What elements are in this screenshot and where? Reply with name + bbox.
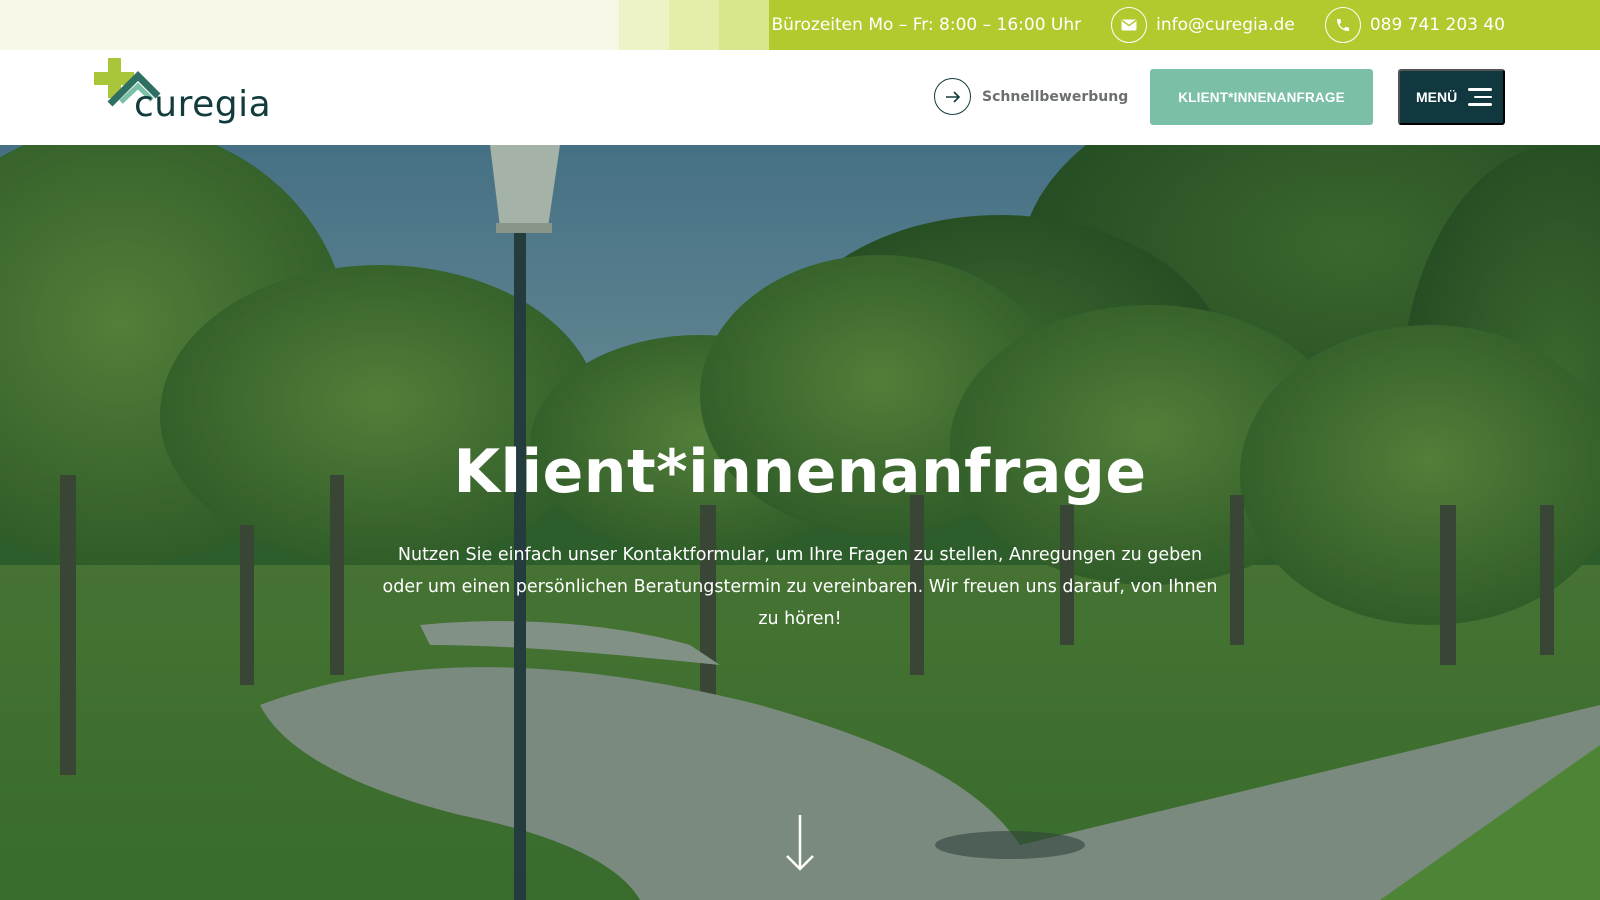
arrow-right-icon (934, 78, 971, 115)
hero-section: Klient*innenanfrage Nutzen Sie einfach u… (0, 145, 1600, 900)
phone-icon (1324, 7, 1361, 43)
email-link[interactable]: info@curegia.de (1111, 7, 1295, 43)
top-info-bar: Bürozeiten Mo – Fr: 8:00 – 16:00 Uhr inf… (0, 0, 1600, 50)
phone-link[interactable]: 089 741 203 40 (1324, 7, 1505, 43)
scroll-down-arrow-icon[interactable] (784, 813, 816, 873)
hamburger-icon (1468, 88, 1493, 106)
menu-button[interactable]: MENÜ (1398, 69, 1505, 125)
hero-overlay (0, 145, 1600, 900)
office-hours: Bürozeiten Mo – Fr: 8:00 – 16:00 Uhr (771, 15, 1082, 35)
client-request-button[interactable]: KLIENT*INNENANFRAGE (1150, 69, 1373, 125)
decor-step (669, 0, 719, 50)
phone-text: 089 741 203 40 (1369, 15, 1505, 35)
menu-label: MENÜ (1416, 89, 1458, 105)
decor-step (619, 0, 669, 50)
quick-apply-link[interactable]: Schnellbewerbung (934, 78, 1128, 115)
site-header: curegia Schnellbewerbung KLIENT*INNENANF… (0, 50, 1600, 145)
logo[interactable]: curegia (94, 58, 271, 136)
logo-text: curegia (134, 84, 272, 125)
page-title: Klient*innenanfrage (453, 437, 1147, 507)
hero-description: Nutzen Sie einfach unser Kontaktformular… (382, 545, 1218, 629)
decor-step (719, 0, 769, 50)
quick-apply-label: Schnellbewerbung (982, 88, 1129, 105)
mail-icon (1111, 7, 1148, 43)
email-text: info@curegia.de (1156, 15, 1295, 35)
